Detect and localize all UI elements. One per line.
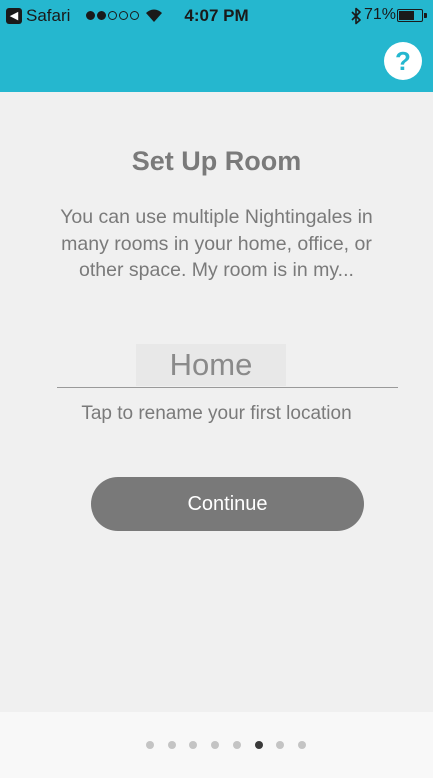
input-underline: [57, 387, 398, 388]
setup-room-screen: ◀ Safari 4:07 PM 71% ? Set Up Room You c…: [0, 0, 433, 778]
continue-button[interactable]: Continue: [91, 477, 364, 531]
page-dot[interactable]: [146, 741, 154, 749]
bluetooth-icon: [351, 7, 361, 25]
page-title: Set Up Room: [131, 146, 302, 176]
page-dot[interactable]: [298, 741, 306, 749]
page-dot[interactable]: [233, 741, 241, 749]
battery-percent: 71%: [364, 6, 397, 23]
battery-level: [399, 11, 414, 20]
page-dot-active[interactable]: [255, 741, 263, 749]
page-dot[interactable]: [276, 741, 284, 749]
room-name-field: [136, 344, 286, 386]
rename-hint: Tap to rename your first location: [81, 403, 352, 424]
battery-tip: [424, 13, 427, 18]
page-dot[interactable]: [189, 741, 197, 749]
help-button[interactable]: ?: [384, 42, 422, 80]
page-dot[interactable]: [168, 741, 176, 749]
setup-description: You can use multiple Nightingales in man…: [60, 206, 373, 281]
status-bar: ◀ Safari 4:07 PM 71%: [0, 0, 433, 36]
page-dot[interactable]: [211, 741, 219, 749]
battery-icon: [397, 9, 427, 22]
room-name-input[interactable]: [136, 344, 286, 386]
